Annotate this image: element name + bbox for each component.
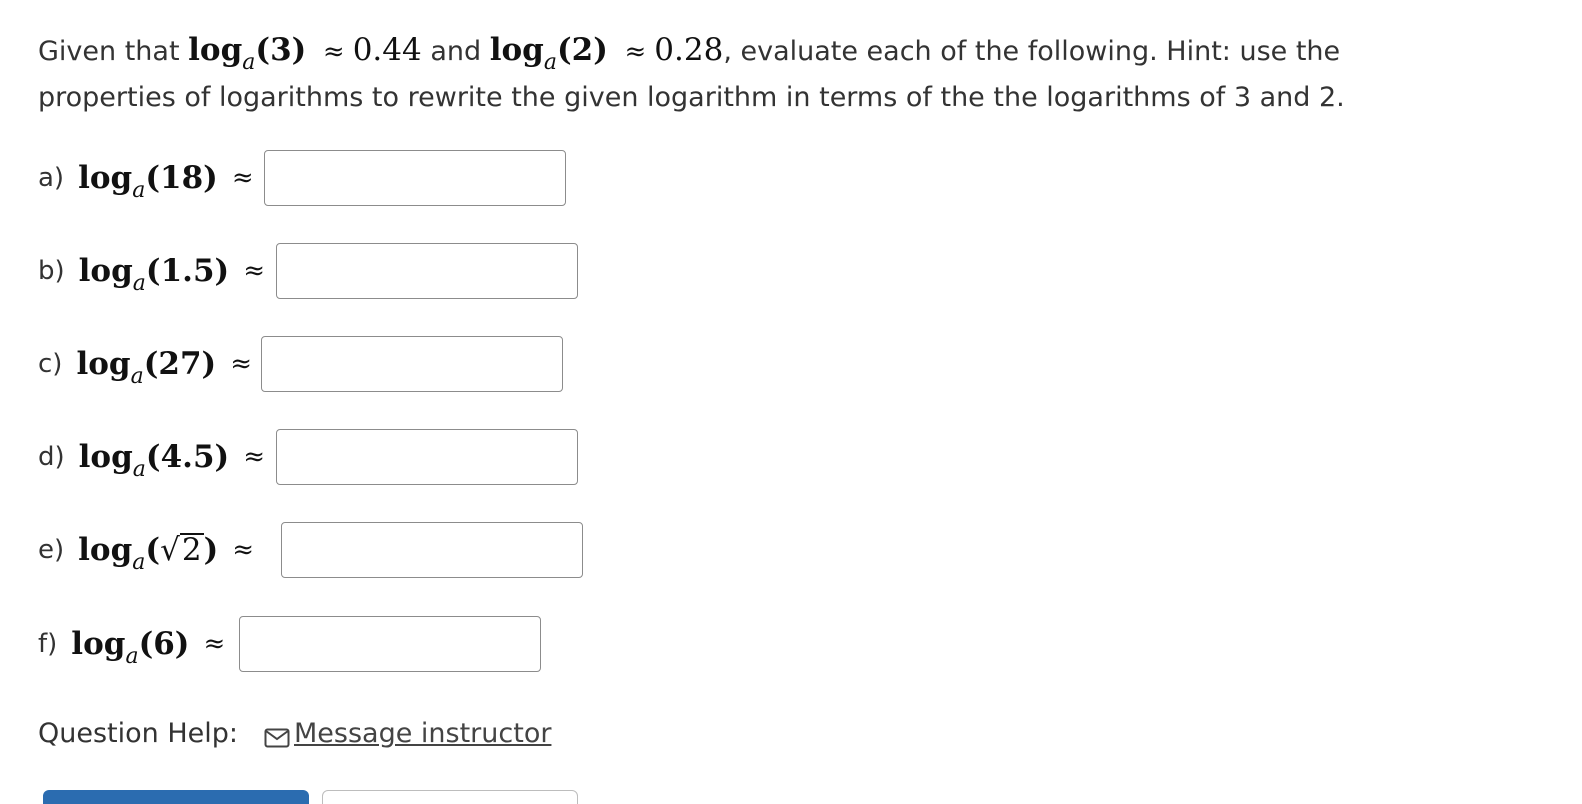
log-word: log — [78, 160, 133, 196]
log-base-a: a — [130, 364, 144, 389]
message-instructor-link[interactable]: Message instructor — [294, 718, 551, 749]
approx-symbol: ≈ — [624, 37, 647, 67]
log-word: log — [78, 532, 133, 568]
given-log-2: loga(2) — [489, 32, 608, 74]
sqrt-expression: √2 — [160, 532, 204, 568]
submit-button[interactable] — [43, 790, 309, 804]
log-argument: (18) — [145, 160, 218, 196]
part-letter: d) — [38, 442, 65, 472]
log-base-a: a — [132, 550, 146, 575]
log-base-a: a — [125, 644, 139, 669]
part-b: b) loga(1.5) ≈ — [38, 241, 265, 301]
part-letter: e) — [38, 535, 65, 565]
part-expression: loga(18) — [78, 160, 218, 202]
part-letter: a) — [38, 163, 65, 193]
question-intro: Given that loga(3) ≈0.44 and loga(2) ≈0.… — [38, 28, 1438, 120]
intro-and: and — [430, 36, 482, 67]
log-base-a: a — [543, 50, 557, 75]
log-argument: (3) — [255, 32, 307, 68]
part-letter: c) — [38, 349, 63, 379]
part-expression: loga(√2) — [78, 532, 219, 574]
log-argument: (27) — [143, 346, 217, 382]
approx-symbol: ≈ — [322, 37, 345, 67]
question-help: Question Help: Message instructor — [38, 718, 551, 749]
part-expression: loga(1.5) — [78, 253, 230, 295]
answer-input-d[interactable] — [276, 429, 578, 485]
part-letter: f) — [38, 629, 58, 659]
question-help-label: Question Help: — [38, 718, 238, 749]
log-word: log — [76, 346, 131, 382]
part-letter: b) — [38, 256, 65, 286]
log-word: log — [71, 626, 126, 662]
answer-input-a[interactable] — [264, 150, 566, 206]
log-word: log — [78, 439, 133, 475]
approx-symbol: ≈ — [230, 349, 252, 379]
log-argument: (1.5) — [145, 253, 230, 289]
part-expression: loga(4.5) — [78, 439, 230, 481]
close-paren: ) — [203, 532, 219, 568]
part-c: c) loga(27) ≈ — [38, 334, 252, 394]
approx-symbol: ≈ — [231, 163, 254, 193]
approx-symbol: ≈ — [232, 535, 255, 565]
part-a: a) loga(18) ≈ — [38, 148, 254, 208]
answer-input-b[interactable] — [276, 243, 578, 299]
open-paren: ( — [145, 532, 161, 568]
log-word: log — [489, 32, 544, 68]
secondary-action-button[interactable] — [322, 790, 578, 804]
given-value-028: 0.28 — [654, 32, 724, 68]
log-base-a: a — [242, 50, 256, 75]
log-argument: (4.5) — [145, 439, 230, 475]
log-word: log — [188, 32, 243, 68]
approx-symbol: ≈ — [243, 442, 265, 472]
radical-sign: √ — [160, 532, 180, 568]
radicand: 2 — [179, 532, 204, 568]
mail-icon[interactable] — [264, 724, 290, 747]
log-argument: (2) — [556, 32, 608, 68]
part-expression: loga(6) — [71, 626, 190, 668]
log-base-a: a — [132, 178, 146, 203]
log-base-a: a — [132, 457, 146, 482]
approx-symbol: ≈ — [243, 256, 265, 286]
intro-given-that: Given that — [38, 36, 180, 67]
part-d: d) loga(4.5) ≈ — [38, 427, 265, 487]
log-base-a: a — [132, 271, 146, 296]
part-e: e) loga(√2) ≈ — [38, 520, 254, 580]
part-expression: loga(27) — [76, 346, 217, 388]
answer-input-e[interactable] — [281, 522, 583, 578]
part-f: f) loga(6) ≈ — [38, 614, 225, 674]
given-value-044: 0.44 — [352, 32, 422, 68]
log-word: log — [78, 253, 133, 289]
approx-symbol: ≈ — [203, 629, 226, 659]
answer-input-f[interactable] — [239, 616, 541, 672]
answer-input-c[interactable] — [261, 336, 563, 392]
log-argument: (6) — [138, 626, 190, 662]
given-log-3: loga(3) — [188, 32, 307, 74]
